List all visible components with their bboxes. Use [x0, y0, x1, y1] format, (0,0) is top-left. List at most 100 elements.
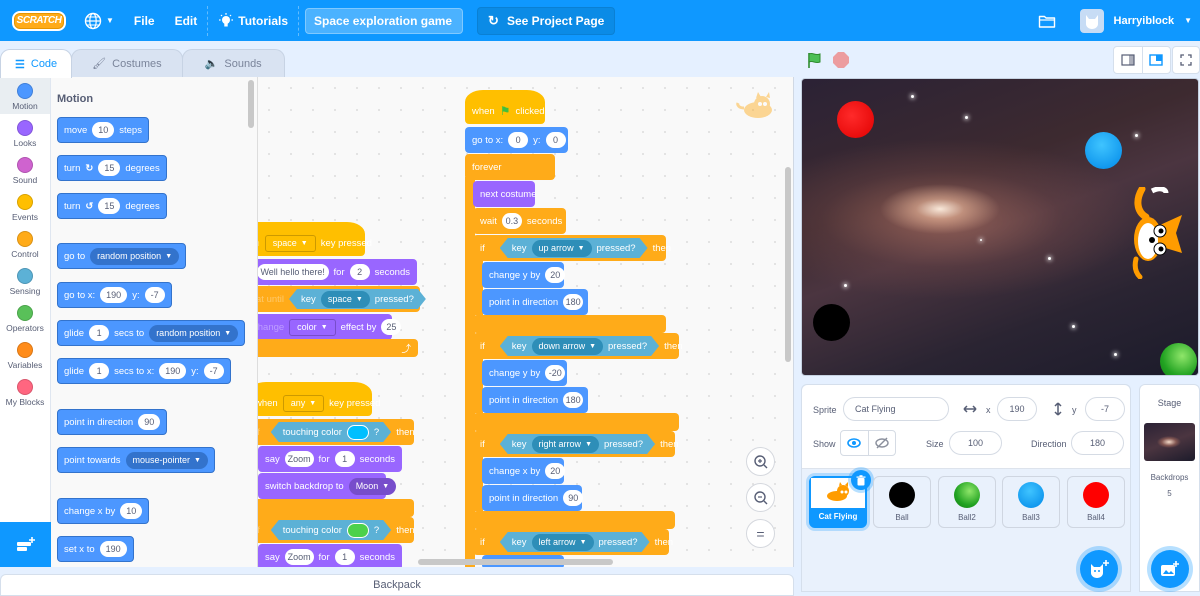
- say-for-seconds-block[interactable]: say Zoom for 1 seconds: [258, 544, 402, 567]
- block-input[interactable]: 0.3: [501, 213, 522, 229]
- show-visible-button[interactable]: [841, 431, 869, 455]
- block-input[interactable]: 20: [545, 463, 566, 479]
- workspace-horizontal-scrollbar[interactable]: [418, 559, 613, 565]
- tab-costumes[interactable]: 🖌 Costumes: [71, 49, 183, 77]
- forever-block[interactable]: forever: [465, 154, 555, 180]
- tab-sounds[interactable]: 🔈 Sounds: [181, 49, 285, 77]
- key-pressed-boolean[interactable]: key up arrow ▼ pressed?: [500, 238, 648, 258]
- block-dropdown[interactable]: Moon ▼: [348, 477, 397, 495]
- see-project-page-button[interactable]: ↻ See Project Page: [477, 6, 616, 35]
- switch-backdrop-block[interactable]: switch backdrop to Moon ▼: [258, 473, 397, 499]
- block-input[interactable]: 15: [98, 160, 121, 176]
- sprite-tile-ball4[interactable]: Ball4: [1067, 476, 1125, 528]
- block-glide-to-xy[interactable]: glide 1 secs to x: 190 y: -7: [57, 358, 231, 384]
- category-control[interactable]: Control: [0, 225, 50, 262]
- if-left-arrow-block[interactable]: if key left arrow ▼ pressed? then: [473, 529, 673, 555]
- sprite-ball2-green[interactable]: [1160, 343, 1197, 375]
- block-input[interactable]: -7: [144, 287, 165, 303]
- block-input[interactable]: Zoom: [284, 451, 314, 467]
- block-input[interactable]: Well hello there!: [258, 264, 329, 280]
- stage-target-pane[interactable]: Stage Backdrops 5: [1139, 384, 1200, 592]
- point-in-direction-block[interactable]: point in direction 180: [482, 387, 588, 413]
- category-motion[interactable]: Motion: [0, 77, 50, 114]
- change-x-by-block[interactable]: change x by 20: [482, 458, 566, 484]
- block-turn-left[interactable]: turn ↺ 15 degrees: [57, 193, 167, 219]
- category-looks[interactable]: Looks: [0, 114, 50, 151]
- language-menu[interactable]: ▼: [74, 0, 124, 41]
- backpack-panel[interactable]: Backpack: [0, 574, 794, 596]
- block-dropdown[interactable]: left arrow ▼: [532, 534, 594, 551]
- touching-color-boolean[interactable]: touching color?: [271, 422, 391, 442]
- user-avatar[interactable]: [1079, 8, 1104, 33]
- block-input[interactable]: 190: [99, 541, 127, 557]
- delete-sprite-button[interactable]: [851, 470, 871, 490]
- block-dropdown[interactable]: random position ▼: [149, 324, 239, 342]
- block-input[interactable]: Zoom: [284, 549, 314, 565]
- size-input[interactable]: 100: [949, 431, 1002, 455]
- green-flag-icon[interactable]: [806, 51, 824, 69]
- add-sprite-button[interactable]: [1080, 550, 1118, 588]
- username-label[interactable]: Harryiblock: [1114, 15, 1175, 27]
- block-set-x-to[interactable]: set x to 190: [57, 536, 134, 562]
- category-events[interactable]: Events: [0, 188, 50, 225]
- category-variables[interactable]: Variables: [0, 336, 50, 373]
- y-input[interactable]: -7: [1085, 397, 1125, 421]
- change-effect-block[interactable]: change color▼ effect by 25: [258, 314, 402, 340]
- when-any-key-pressed-hat-block[interactable]: when any▼ key pressed: [258, 382, 380, 416]
- block-input[interactable]: -20: [545, 365, 566, 381]
- script-workspace[interactable]: when space▼ key pressed say Well hello ther…: [258, 77, 794, 567]
- block-change-x-by[interactable]: change x by 10: [57, 498, 150, 524]
- file-menu[interactable]: File: [124, 0, 165, 41]
- if-down-arrow-block[interactable]: if key down arrow ▼ pressed? then: [473, 333, 683, 359]
- stop-sign-icon[interactable]: [832, 51, 850, 69]
- x-input[interactable]: 190: [997, 397, 1037, 421]
- change-y-by-block[interactable]: change y by 20: [482, 262, 566, 288]
- zoom-reset-button[interactable]: =: [746, 519, 775, 548]
- small-stage-button[interactable]: [1114, 47, 1143, 73]
- go-to-xy-block[interactable]: go to x: 0 y: 0: [465, 127, 568, 153]
- when-flag-clicked-hat-block[interactable]: when ⚑ clicked: [465, 90, 545, 124]
- block-input[interactable]: 180: [563, 294, 584, 310]
- caret-down-icon[interactable]: ▼: [1184, 16, 1192, 25]
- block-dropdown[interactable]: any ▼: [282, 394, 325, 412]
- block-point-towards[interactable]: point towards mouse-pointer ▼: [57, 447, 215, 473]
- direction-input[interactable]: 180: [1071, 431, 1124, 455]
- block-input[interactable]: 1: [89, 325, 110, 341]
- edit-menu[interactable]: Edit: [165, 0, 208, 41]
- block-input[interactable]: 0: [508, 132, 529, 148]
- sprite-cat-flying[interactable]: [1130, 187, 1186, 279]
- add-extension-button[interactable]: [0, 522, 51, 567]
- block-move-steps[interactable]: move 10 steps: [57, 117, 149, 143]
- next-costume-block[interactable]: next costume: [473, 181, 537, 207]
- folder-icon[interactable]: [1038, 13, 1056, 29]
- scratch-logo[interactable]: SCRATCH: [12, 10, 66, 31]
- block-go-to[interactable]: go to random position ▼: [57, 243, 187, 269]
- block-glide-to[interactable]: glide 1 secs to random position ▼: [57, 320, 246, 346]
- category-sound[interactable]: Sound: [0, 151, 50, 188]
- block-input[interactable]: 2: [349, 264, 370, 280]
- sprite-ball-black[interactable]: [813, 304, 850, 341]
- touching-color-boolean[interactable]: touching color?: [271, 520, 391, 540]
- block-input[interactable]: 90: [563, 490, 584, 506]
- if-right-arrow-block[interactable]: if key right arrow ▼ pressed? then: [473, 431, 679, 457]
- show-hidden-button[interactable]: [869, 431, 896, 455]
- block-dropdown[interactable]: space ▼: [264, 234, 316, 252]
- sprite-tile-ball2[interactable]: Ball2: [938, 476, 996, 528]
- key-pressed-boolean[interactable]: key space ▼ pressed?: [289, 289, 426, 309]
- fullscreen-button[interactable]: [1172, 46, 1200, 74]
- sprite-name-input[interactable]: Cat Flying: [843, 397, 949, 421]
- sprite-tile-ball3[interactable]: Ball3: [1002, 476, 1060, 528]
- block-input[interactable]: 10: [120, 503, 143, 519]
- change-y-by-block[interactable]: change y by -20: [482, 360, 567, 386]
- block-dropdown[interactable]: down arrow ▼: [532, 338, 603, 355]
- sprite-ball3-blue[interactable]: [1085, 132, 1122, 169]
- stage-canvas[interactable]: [801, 78, 1199, 376]
- block-input[interactable]: 90: [138, 414, 161, 430]
- say-for-seconds-block[interactable]: sayWell hello there!for2seconds: [258, 259, 417, 285]
- block-input[interactable]: 190: [100, 287, 128, 303]
- tutorials-button[interactable]: Tutorials: [208, 0, 298, 41]
- say-for-seconds-block[interactable]: say Zoom for 1 seconds: [258, 446, 402, 472]
- block-input[interactable]: 10: [92, 122, 115, 138]
- key-pressed-boolean[interactable]: key left arrow ▼ pressed?: [500, 532, 650, 552]
- block-input[interactable]: 1: [334, 549, 355, 565]
